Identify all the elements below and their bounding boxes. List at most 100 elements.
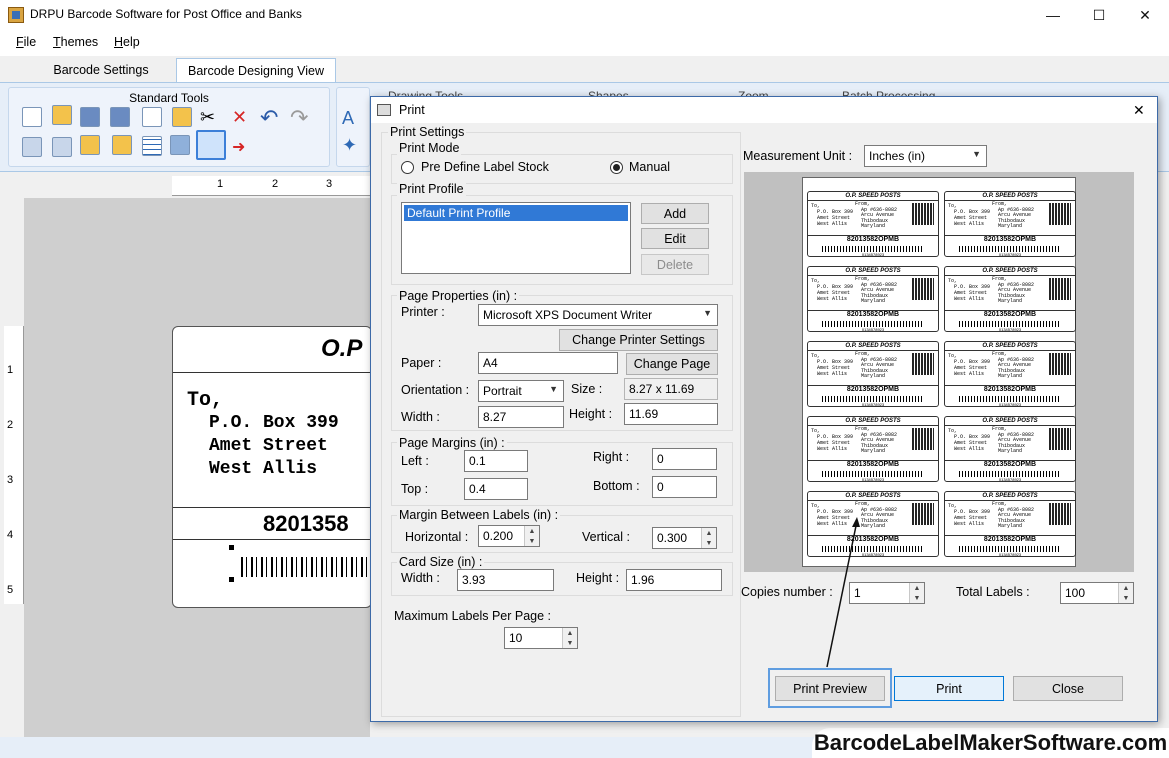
horizontal-margin-field[interactable]: 0.200 ▲ ▼ (478, 525, 540, 547)
new-icon[interactable] (22, 107, 42, 127)
open-icon[interactable] (52, 105, 72, 125)
spinner[interactable]: ▲ ▼ (701, 528, 716, 548)
card-width-field[interactable]: 3.93 (457, 569, 554, 591)
tab-barcode-designing-view[interactable]: Barcode Designing View (176, 58, 336, 82)
preview-label-to-lines: P.O. Box 399 Amet Street West Allis (954, 434, 991, 452)
lock-icon[interactable] (80, 135, 100, 155)
barcode-image (241, 557, 371, 577)
total-labels-value: 100 (1065, 586, 1086, 600)
minimize-button[interactable]: — (1030, 0, 1076, 30)
dialog-close-button[interactable]: Close (1013, 676, 1123, 701)
preview-label-to: To, P.O. Box 399 Amet Street West Allis (811, 203, 853, 227)
card-height-label: Height : (576, 571, 620, 585)
label-design[interactable]: O.P To, P.O. Box 399 Amet Street West Al… (172, 326, 372, 608)
horizontal-label: Horizontal : (405, 530, 469, 544)
margin-top-field[interactable]: 0.4 (464, 478, 528, 500)
qr-code-image (912, 353, 934, 375)
orientation-select[interactable]: Portrait ▼ (478, 380, 564, 402)
preview-label-from: From, Ap #636-8082 Arcu Avenue Thibodaux… (992, 501, 1034, 530)
bring-front-icon[interactable] (22, 137, 42, 157)
preview-label-from-lines: Ap #636-8082 Arcu Avenue Thibodaux Maryl… (998, 281, 1035, 304)
unlock-icon[interactable] (112, 135, 132, 155)
preview-barcode-text: 0134578923 (998, 477, 1022, 482)
preview-label: O.P. SPEED POSTS To, P.O. Box 399 Amet St… (944, 266, 1076, 332)
print-preview-icon[interactable] (170, 135, 190, 155)
margin-left-field[interactable]: 0.1 (464, 450, 528, 472)
print-mode-legend: Print Mode (397, 141, 462, 155)
spinner[interactable]: ▲ ▼ (524, 526, 539, 546)
margin-right-field[interactable]: 0 (652, 448, 717, 470)
paper-field[interactable]: A4 (478, 352, 618, 374)
vertical-label: Vertical : (582, 530, 630, 544)
preview-label-header: O.P. SPEED POSTS (808, 267, 938, 276)
menu-help[interactable]: Help (114, 35, 140, 49)
preview-barcode-text: 0134578923 (861, 327, 885, 332)
spinner[interactable]: ▲ ▼ (909, 583, 924, 603)
margin-right-label: Right : (593, 450, 630, 464)
selection-handle[interactable] (229, 545, 234, 550)
print-icon[interactable] (196, 130, 226, 160)
measurement-unit-select[interactable]: Inches (in) ▼ (864, 145, 987, 167)
profile-list[interactable]: Default Print Profile (401, 202, 631, 274)
annotation-arrow (826, 517, 860, 668)
vertical-ruler: 1 2 3 4 5 (4, 326, 24, 604)
close-button[interactable]: ✕ (1122, 0, 1168, 30)
preview-label-number: 82013582OPMB (808, 310, 938, 318)
grid-icon[interactable] (142, 136, 162, 156)
cut-icon[interactable]: ✂ (200, 107, 220, 127)
total-labels-field[interactable]: 100 ▲ ▼ (1060, 582, 1134, 604)
preview-label-number: 82013582OPMB (945, 535, 1075, 543)
paste-icon[interactable] (172, 107, 192, 127)
change-printer-settings-button[interactable]: Change Printer Settings (559, 329, 718, 351)
card-height-field[interactable]: 1.96 (626, 569, 722, 591)
delete-icon[interactable]: ✕ (232, 107, 252, 127)
menu-themes[interactable]: Themes (53, 35, 98, 49)
pre-define-radio[interactable] (401, 161, 414, 174)
preview-label-from: From, Ap #636-8082 Arcu Avenue Thibodaux… (855, 426, 897, 455)
save-as-icon[interactable] (110, 107, 130, 127)
dialog-title: Print (399, 103, 425, 117)
preview-label-to: To, P.O. Box 399 Amet Street West Allis (948, 503, 990, 527)
max-labels-field[interactable]: 10 ▲ ▼ (504, 627, 578, 649)
send-back-icon[interactable] (52, 137, 72, 157)
margin-bottom-field[interactable]: 0 (652, 476, 717, 498)
spinner[interactable]: ▲ ▼ (562, 628, 577, 648)
preview-label-to: To, P.O. Box 399 Amet Street West Allis (948, 278, 990, 302)
page-width-field[interactable]: 8.27 (478, 406, 564, 428)
print-preview-button[interactable]: Print Preview (775, 676, 885, 701)
preview-label-header: O.P. SPEED POSTS (808, 192, 938, 201)
page-height-field[interactable]: 11.69 (624, 403, 718, 425)
star-tool-icon[interactable]: ✦ (342, 135, 357, 156)
preview-label-to-lines: P.O. Box 399 Amet Street West Allis (817, 434, 854, 452)
printer-select[interactable]: Microsoft XPS Document Writer ▼ (478, 304, 718, 326)
spinner[interactable]: ▲ ▼ (1118, 583, 1133, 603)
margin-bottom-label: Bottom : (593, 479, 640, 493)
selection-handle[interactable] (229, 577, 234, 582)
menu-file[interactable]: File (16, 35, 36, 49)
manual-label: Manual (629, 160, 670, 174)
margin-left-label: Left : (401, 454, 429, 468)
add-profile-button[interactable]: Add (641, 203, 709, 224)
manual-radio[interactable] (610, 161, 623, 174)
delete-profile-button[interactable]: Delete (641, 254, 709, 275)
preview-label-number: 82013582OPMB (945, 385, 1075, 393)
change-page-button[interactable]: Change Page (626, 353, 718, 375)
preview-label-from-lines: Ap #636-8082 Arcu Avenue Thibodaux Maryl… (998, 206, 1035, 229)
maximize-button[interactable]: ☐ (1076, 0, 1122, 30)
vertical-margin-field[interactable]: 0.300 ▲ ▼ (652, 527, 717, 549)
tab-barcode-settings[interactable]: Barcode Settings (44, 58, 158, 82)
undo-icon[interactable]: ↶ (260, 105, 280, 130)
qr-code-image (1049, 428, 1071, 450)
redo-icon[interactable]: ↷ (290, 105, 310, 130)
copy-icon[interactable] (142, 107, 162, 127)
text-tool-icon[interactable]: A (342, 108, 354, 129)
save-icon[interactable] (80, 107, 100, 127)
preview-label: O.P. SPEED POSTS To, P.O. Box 399 Amet St… (807, 341, 939, 407)
edit-profile-button[interactable]: Edit (641, 228, 709, 249)
dialog-close-icon[interactable]: ✕ (1133, 102, 1145, 119)
preview-label-from: From, Ap #636-8082 Arcu Avenue Thibodaux… (855, 351, 897, 380)
profile-list-item[interactable]: Default Print Profile (404, 205, 628, 221)
print-button[interactable]: Print (894, 676, 1004, 701)
export-icon[interactable]: ➜ (232, 137, 252, 157)
preview-label-to: To, P.O. Box 399 Amet Street West Allis (948, 203, 990, 227)
